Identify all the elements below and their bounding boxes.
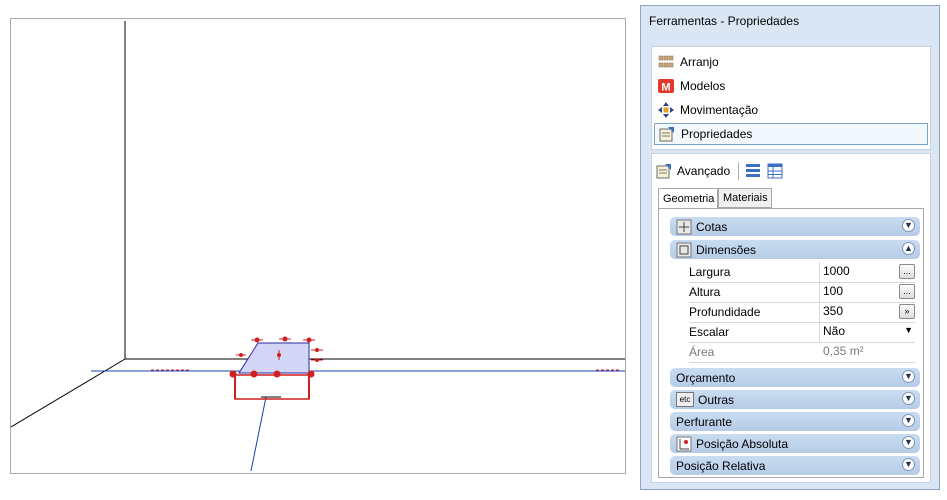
group-posicao-relativa[interactable]: Posição Relativa ▼ [670,456,920,475]
group-label: Dimensões [696,242,757,257]
prop-profundidade: Profundidade 350 » [689,302,915,323]
group-cotas[interactable]: Cotas ▼ [670,217,920,236]
group-label: Posição Relativa [676,458,766,473]
prop-label: Escalar [689,325,730,339]
group-outras[interactable]: etc Outras ▼ [670,390,920,409]
toolbar-separator [738,162,740,180]
largura-ellipsis-button[interactable]: ... [899,264,915,279]
prop-label: Área [689,345,715,359]
profundidade-more-button[interactable]: » [899,304,915,319]
prop-label: Altura [689,285,721,299]
dimensions-icon [676,242,692,258]
dimension-icon [676,219,692,235]
tab-materiais[interactable]: Materiais [718,188,772,208]
etc-icon: etc [676,392,694,407]
nav-item-label: Propriedades [681,127,753,141]
position-icon [676,436,692,452]
panel-title: Ferramentas - Propriedades [649,14,800,28]
prop-largura: Largura 1000 ... [689,262,915,283]
group-orcamento[interactable]: Orçamento ▼ [670,368,920,387]
3d-viewport[interactable] [10,18,626,474]
group-label: Cotas [696,219,728,234]
properties-icon [656,163,672,179]
expand-icon[interactable]: ▼ [902,436,915,449]
group-label: Outras [698,392,735,407]
properties-icon [659,126,675,142]
collapse-icon[interactable]: ▲ [902,242,915,255]
prop-area: Área 0,35 m² [689,342,915,363]
tab-geometria[interactable]: Geometria [658,188,718,209]
prop-altura: Altura 100 ... [689,282,915,303]
expand-icon[interactable]: ▼ [902,458,915,471]
prop-escalar: Escalar Não ▼ [689,322,915,343]
scene-drawing [11,21,625,472]
advanced-label: Avançado [677,164,731,178]
nav-item-modelos[interactable]: M Modelos [654,75,928,97]
prop-label: Profundidade [689,305,761,319]
nav-item-label: Movimentação [680,103,759,117]
nav-item-movimentacao[interactable]: Movimentação [654,99,928,121]
categorized-view-icon[interactable] [745,163,761,179]
nav-item-label: Modelos [680,79,726,93]
group-label: Orçamento [676,370,736,385]
advanced-header: Avançado [656,160,783,182]
column-divider [819,282,820,302]
svg-text:M: M [661,82,670,94]
move-icon [658,102,674,118]
nav-item-arranjo[interactable]: Arranjo [654,51,928,73]
table-view-icon[interactable] [767,163,783,179]
group-label: Posição Absoluta [696,436,789,451]
group-label: Perfurante [676,414,733,429]
column-divider [819,302,820,322]
geometry-tab-content: Cotas ▼ Dimensões ▲ Largura 1000 ... Alt… [658,208,924,478]
expand-icon[interactable]: ▼ [902,370,915,383]
tools-nav: Arranjo M Modelos Movimentação Proprieda [651,46,931,150]
tools-properties-panel: Ferramentas - Propriedades Arranjo M Mod… [640,5,940,490]
group-posicao-absoluta[interactable]: Posição Absoluta ▼ [670,434,920,453]
group-dimensoes[interactable]: Dimensões ▲ [670,240,920,259]
arrangement-icon [658,54,674,70]
expand-icon[interactable]: ▼ [902,414,915,427]
altura-ellipsis-button[interactable]: ... [899,284,915,299]
expand-icon[interactable]: ▼ [902,219,915,232]
group-perfurante[interactable]: Perfurante ▼ [670,412,920,431]
dropdown-arrow-icon[interactable]: ▼ [904,325,913,335]
column-divider [819,262,820,282]
advanced-section: Avançado Geometria Materiais Cotas ▼ Dim… [651,153,931,483]
models-icon: M [658,78,674,94]
prop-label: Largura [689,265,731,279]
escalar-select[interactable]: Não [821,322,915,342]
nav-item-label: Arranjo [680,55,719,69]
column-divider [819,322,820,342]
nav-item-propriedades[interactable]: Propriedades [654,123,928,145]
expand-icon[interactable]: ▼ [902,392,915,405]
area-value: 0,35 m² [823,344,864,358]
